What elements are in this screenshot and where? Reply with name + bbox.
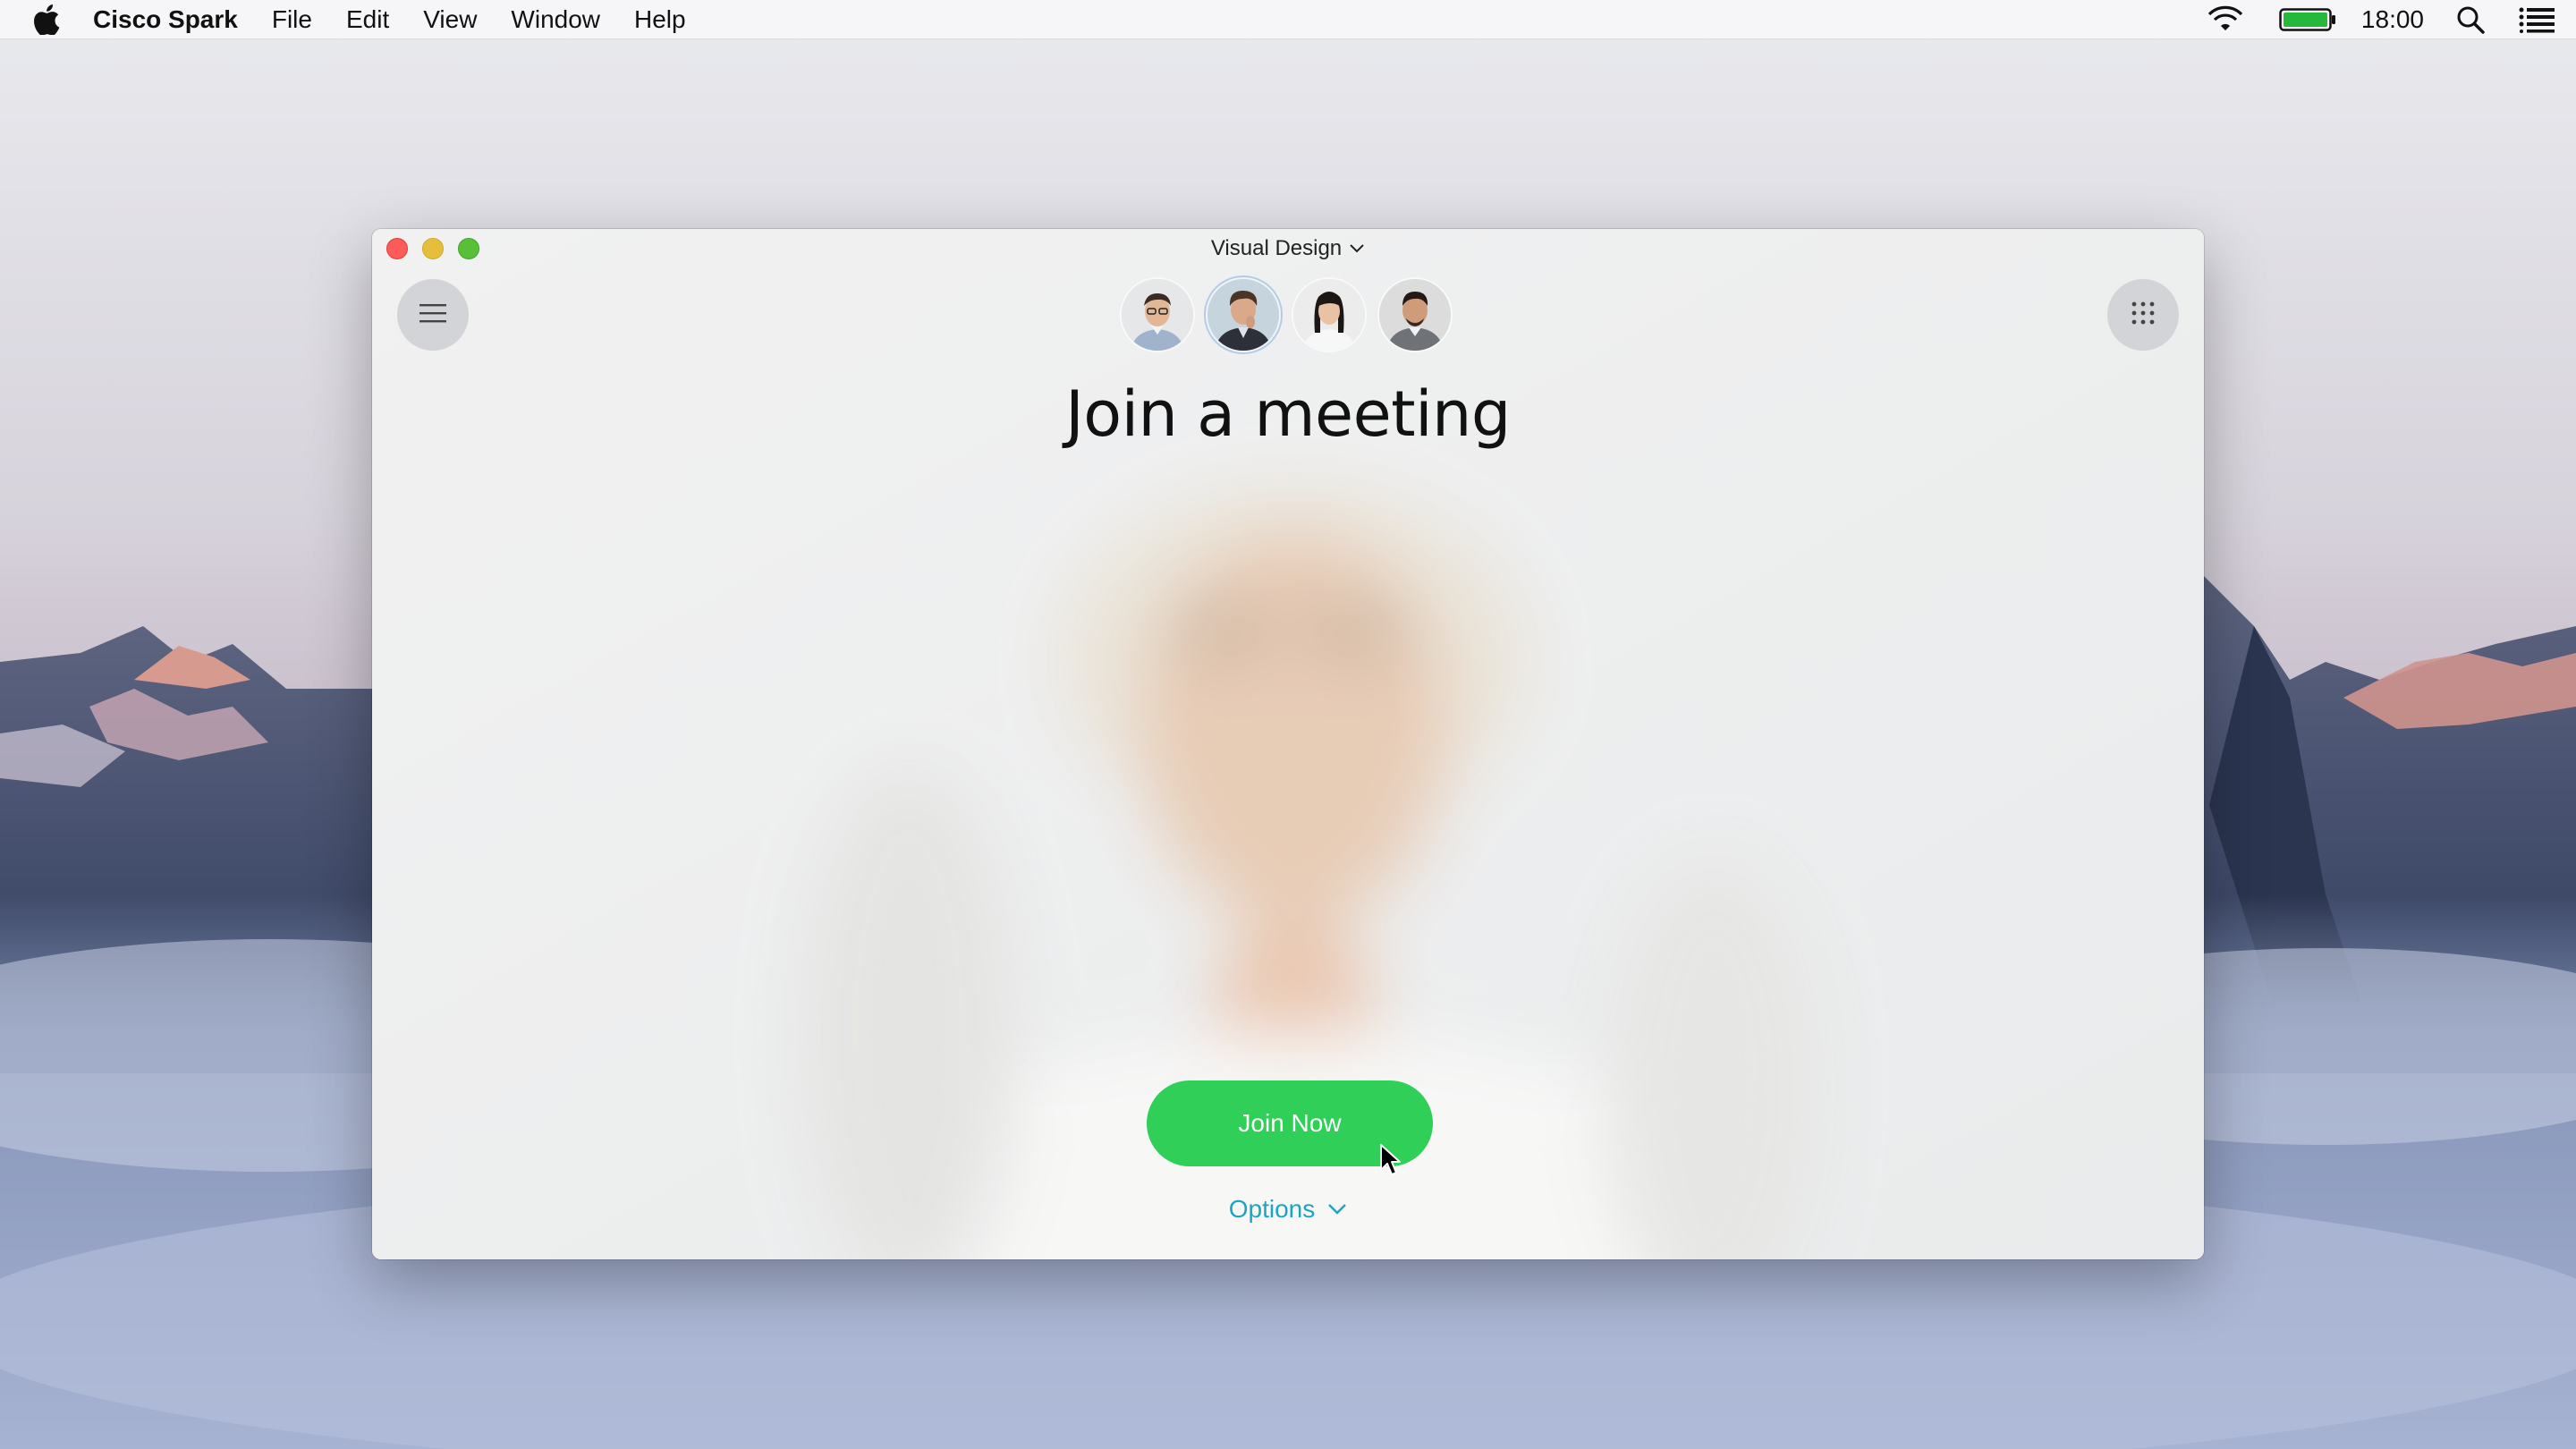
menu-edit[interactable]: Edit (346, 5, 389, 34)
participant-avatar[interactable] (1293, 279, 1365, 351)
chevron-down-icon (1327, 1203, 1347, 1216)
menu-window[interactable]: Window (511, 5, 600, 34)
space-title-dropdown[interactable]: Visual Design (372, 229, 2204, 268)
chevron-down-icon (1349, 243, 1365, 254)
grid-dots-icon (2131, 301, 2155, 329)
options-dropdown[interactable]: Options (372, 1195, 2204, 1224)
participant-avatars (1122, 279, 1465, 351)
menu-view[interactable]: View (423, 5, 477, 34)
participant-avatar[interactable] (1379, 279, 1451, 351)
menu-bar: Cisco Spark File Edit View Window Help 1… (0, 0, 2576, 39)
hamburger-menu-icon (419, 302, 446, 328)
page-title: Join a meeting (1065, 377, 1511, 451)
spotlight-icon[interactable] (2456, 5, 2485, 34)
notification-list-icon[interactable] (2519, 6, 2555, 33)
navigation-menu-button[interactable] (397, 279, 469, 351)
menu-help[interactable]: Help (634, 5, 686, 34)
menu-file[interactable]: File (272, 5, 312, 34)
apple-icon[interactable] (0, 0, 93, 39)
app-menu-name[interactable]: Cisco Spark (93, 5, 238, 34)
options-label: Options (1228, 1195, 1316, 1223)
menubar-clock[interactable]: 18:00 (2361, 5, 2424, 34)
participant-avatar[interactable] (1122, 279, 1193, 351)
mouse-cursor-icon (1379, 1143, 1402, 1182)
wifi-icon[interactable] (2206, 5, 2245, 34)
cisco-spark-window: Visual Design Join a meeting Join Now Op… (372, 229, 2204, 1259)
battery-icon[interactable] (2279, 7, 2336, 32)
participant-avatar[interactable] (1208, 279, 1279, 351)
apps-grid-button[interactable] (2107, 279, 2179, 351)
space-title-label: Visual Design (1210, 236, 1343, 260)
